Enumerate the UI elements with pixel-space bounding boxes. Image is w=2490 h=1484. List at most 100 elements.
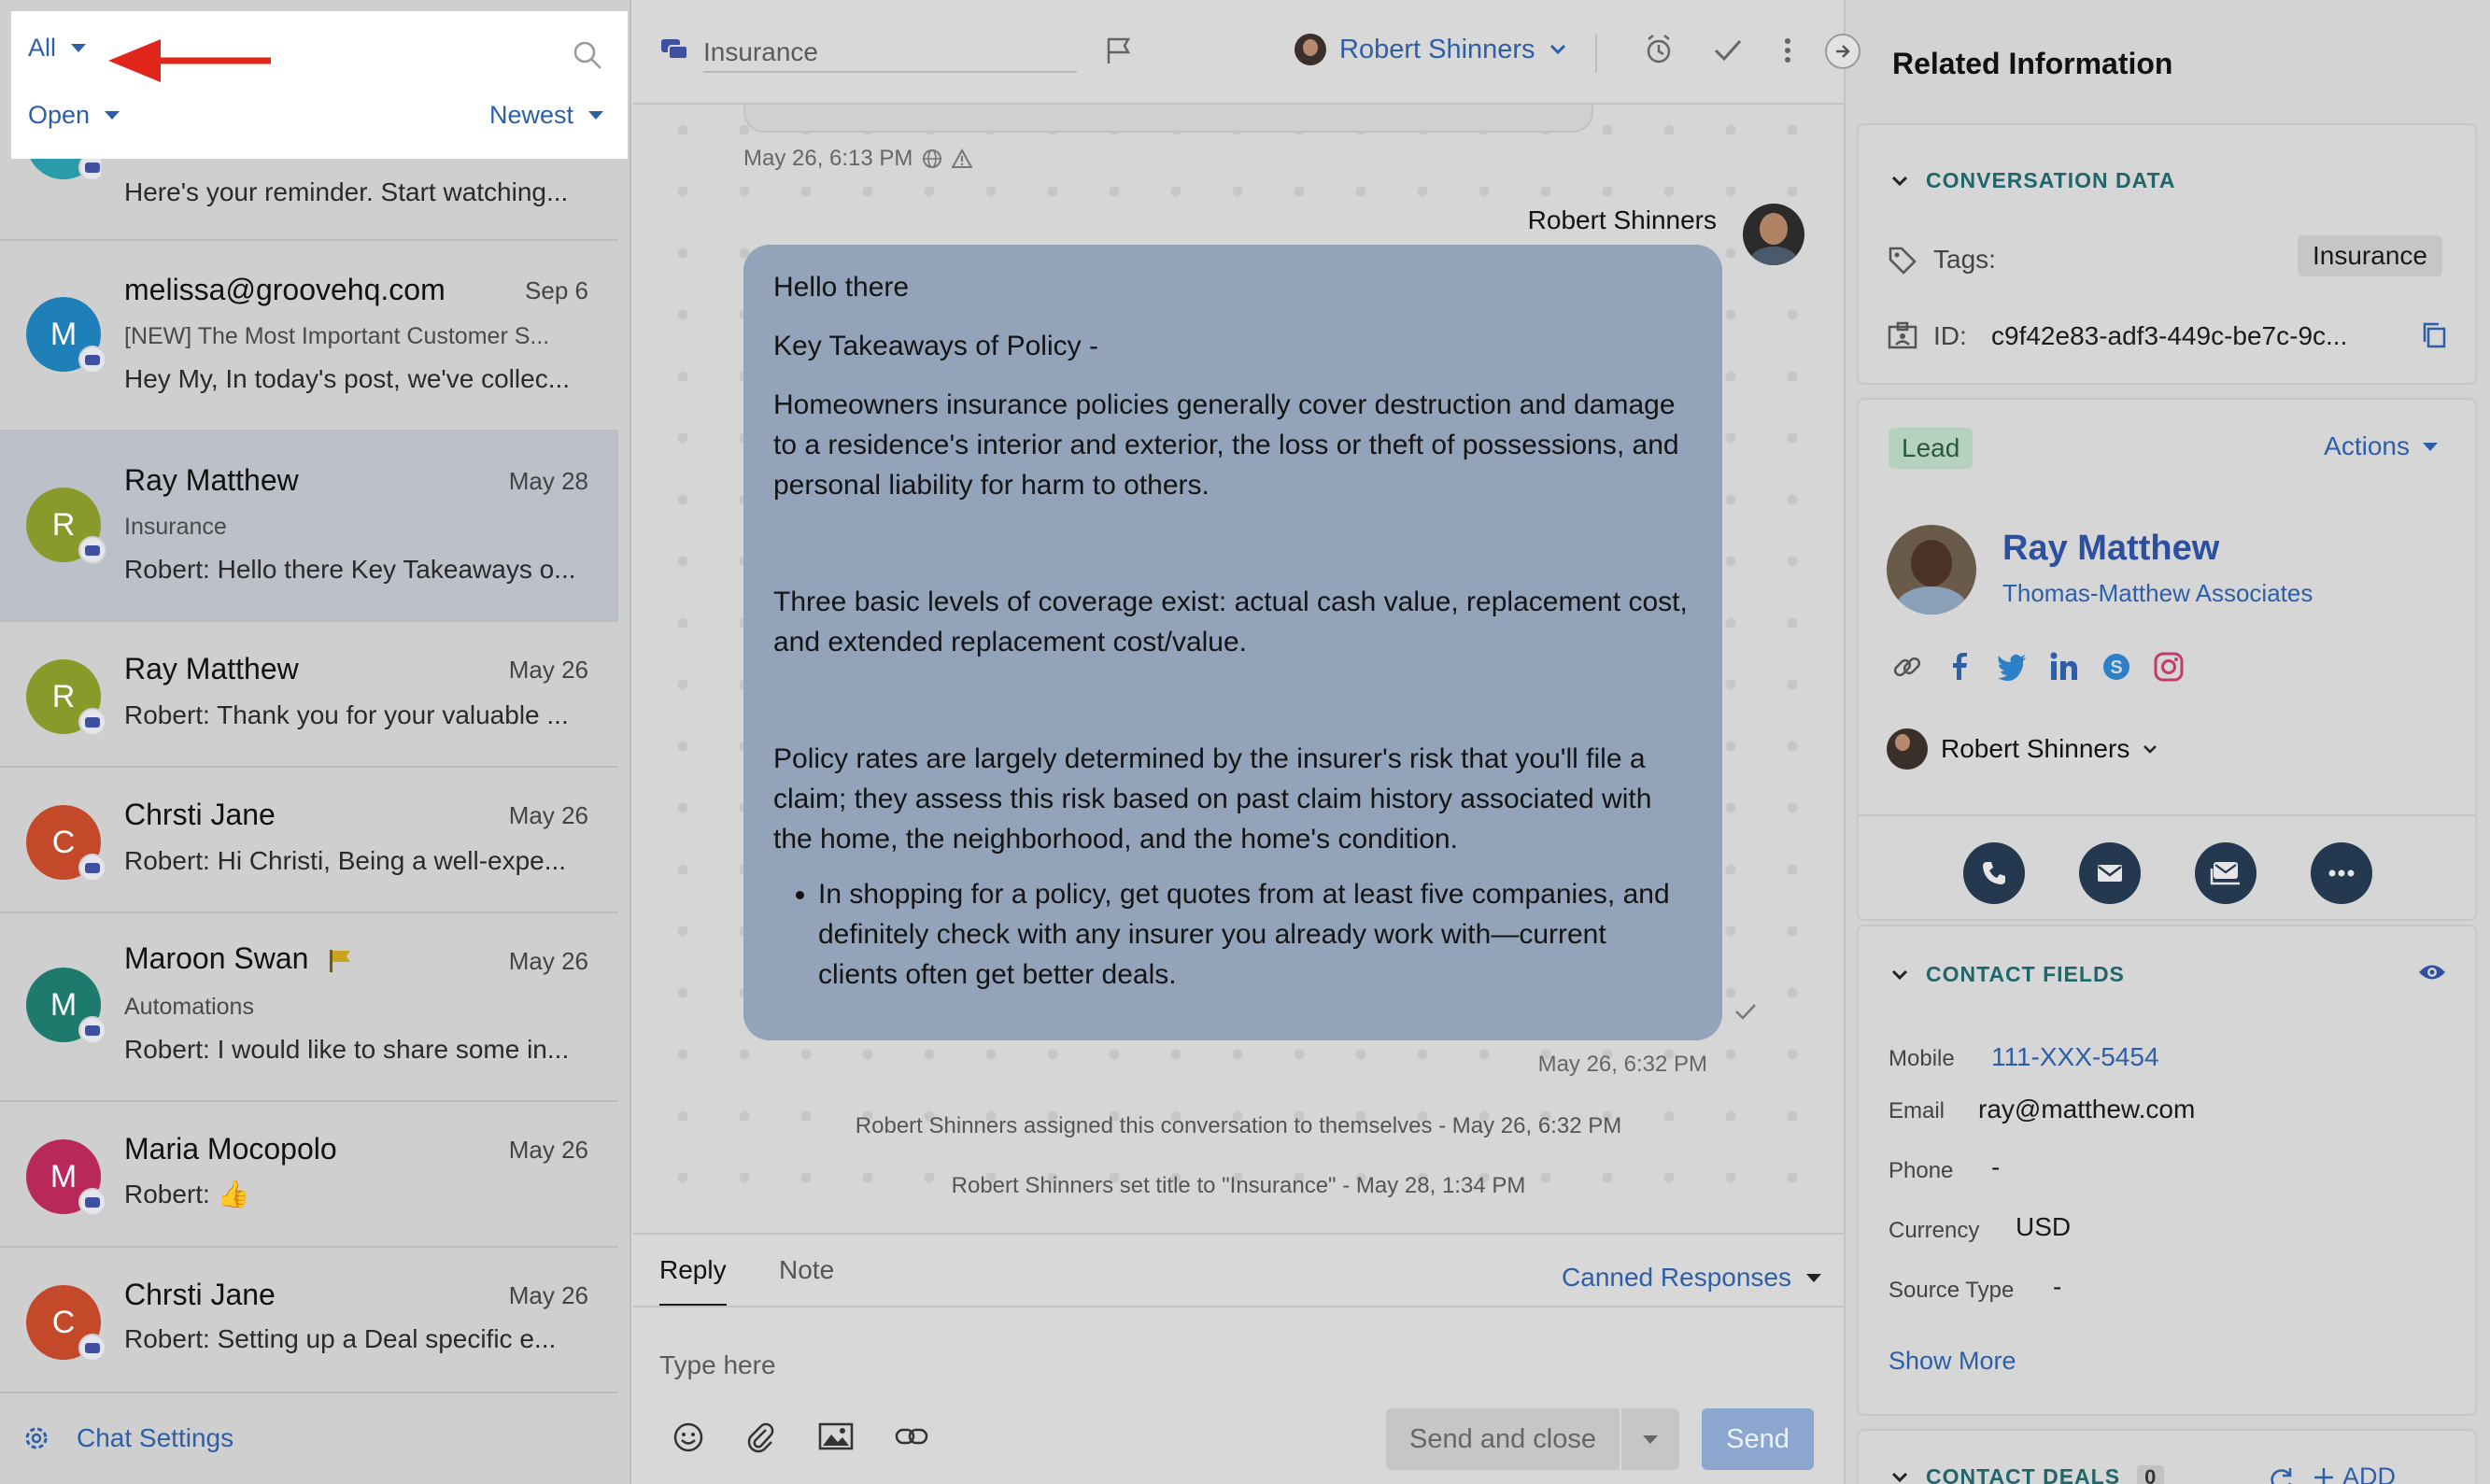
flag-icon[interactable] xyxy=(1104,35,1132,65)
conversation-name: Ray Matthew xyxy=(124,652,299,685)
chevron-down-icon xyxy=(1891,969,1908,980)
skype-icon[interactable]: S xyxy=(2100,650,2133,684)
chevron-down-icon xyxy=(1806,1273,1821,1282)
message-text: Policy rates are largely determined by t… xyxy=(773,743,1652,855)
field-value-phone[interactable]: - xyxy=(1991,1152,2000,1182)
svg-text:S: S xyxy=(2110,657,2122,678)
sort-dropdown[interactable]: Newest xyxy=(489,101,603,130)
avatar-initial: C xyxy=(51,824,76,860)
list-item[interactable]: M Maria Mocopolo May 26 Robert: 👍 xyxy=(0,1102,618,1248)
send-options-dropdown[interactable] xyxy=(1621,1408,1679,1470)
snooze-clock-icon[interactable] xyxy=(1644,34,1674,65)
chevron-down-icon xyxy=(1891,176,1908,186)
contact-company[interactable]: Thomas-Matthew Associates xyxy=(2002,579,2313,608)
contact-fields-toggle[interactable]: CONTACT FIELDS xyxy=(1890,962,2125,987)
email-button[interactable] xyxy=(2079,842,2141,904)
conversation-data-toggle[interactable]: CONVERSATION DATA xyxy=(1890,168,2175,193)
image-icon[interactable] xyxy=(818,1421,854,1451)
more-vertical-icon[interactable] xyxy=(1782,35,1793,65)
canned-responses-dropdown[interactable]: Canned Responses xyxy=(1562,1263,1821,1293)
tab-reply[interactable]: Reply xyxy=(659,1255,727,1307)
conversation-name: Chrsti Jane xyxy=(124,1278,276,1311)
contact-owner-dropdown[interactable]: Robert Shinners xyxy=(1887,728,2158,770)
divider xyxy=(1595,34,1597,73)
conversation-title-input[interactable] xyxy=(703,34,1077,73)
message-text: Hello there xyxy=(773,272,910,303)
refresh-icon[interactable] xyxy=(2268,1466,2294,1484)
attachment-icon[interactable] xyxy=(745,1421,775,1453)
facebook-icon[interactable] xyxy=(1943,650,1976,684)
reply-input[interactable] xyxy=(659,1328,1808,1403)
show-more-link[interactable]: Show More xyxy=(1889,1347,2016,1376)
list-item[interactable]: R Ray Matthew May 26 Robert: Thank you f… xyxy=(0,622,618,768)
assignee-dropdown[interactable]: Robert Shinners xyxy=(1295,34,1567,65)
mail-icon xyxy=(2098,865,2122,882)
conversation-toolbar: Robert Shinners xyxy=(633,0,1844,105)
copy-icon[interactable] xyxy=(2421,321,2447,349)
avatar: C xyxy=(26,805,106,882)
avatar xyxy=(1887,525,1976,615)
emoji-icon[interactable] xyxy=(672,1421,704,1453)
tab-note[interactable]: Note xyxy=(779,1255,834,1304)
avatar: C xyxy=(26,1285,106,1362)
contact-name[interactable]: Ray Matthew xyxy=(2002,529,2219,569)
message-bubble: Hello there Key Takeaways of Policy - Ho… xyxy=(743,245,1722,1040)
instagram-icon[interactable] xyxy=(2152,650,2186,684)
search-icon[interactable] xyxy=(572,39,603,71)
conversation-name: melissa@groovehq.com xyxy=(124,273,446,306)
call-button[interactable] xyxy=(1963,842,2025,904)
add-deal-label: ADD xyxy=(2342,1463,2397,1484)
system-event: Robert Shinners set title to "Insurance"… xyxy=(951,1173,1526,1198)
link-icon[interactable] xyxy=(895,1421,928,1451)
chevron-down-icon xyxy=(2423,442,2438,451)
status-filter-dropdown[interactable]: Open xyxy=(28,101,120,130)
tag-chip[interactable]: Insurance xyxy=(2298,235,2442,276)
list-item[interactable]: M melissa@groovehq.com Sep 6 [NEW] The M… xyxy=(0,241,618,431)
avatar-initial: R xyxy=(51,506,76,543)
field-label-phone: Phone xyxy=(1889,1158,1954,1183)
list-item[interactable]: C Chrsti Jane May 26 Robert: Hi Christi,… xyxy=(0,768,618,913)
list-item[interactable]: M Maroon Swan May 26 Automations Robert:… xyxy=(0,913,618,1102)
gear-icon xyxy=(25,1427,48,1449)
chevron-down-icon xyxy=(71,44,87,52)
avatar: R xyxy=(26,488,106,564)
related-info-panel: Related Information CONVERSATION DATA Ta… xyxy=(1844,0,2490,1484)
message-timestamp: May 26, 6:32 PM xyxy=(1537,1052,1707,1077)
resolve-check-icon[interactable] xyxy=(1713,37,1743,64)
list-item[interactable]: C Chrsti Jane May 26 Robert: Setting up … xyxy=(0,1248,618,1393)
contact-deals-toggle[interactable]: CONTACT DEALS 0 xyxy=(1890,1464,2165,1484)
status-badge: Lead xyxy=(1889,428,1974,469)
chevron-down-icon xyxy=(588,111,603,120)
add-deal-button[interactable]: ADD xyxy=(2313,1463,2396,1484)
conversation-name: Chrsti Jane xyxy=(124,798,276,831)
plus-icon xyxy=(2314,1467,2333,1484)
more-options-button[interactable] xyxy=(2311,842,2372,904)
avatar-initial: M xyxy=(50,316,78,352)
message-button[interactable] xyxy=(2195,842,2257,904)
field-value-source-type[interactable]: - xyxy=(2053,1272,2061,1302)
contact-fields-card: CONTACT FIELDS Mobile 111-XXX-5454 Email… xyxy=(1857,925,2477,1416)
link-icon[interactable] xyxy=(1890,650,1924,684)
field-value-currency[interactable]: USD xyxy=(2016,1212,2071,1242)
twitter-icon[interactable] xyxy=(1995,650,2029,684)
scope-filter-dropdown[interactable]: All xyxy=(28,34,87,63)
linkedin-icon[interactable] xyxy=(2047,650,2081,684)
eye-icon[interactable] xyxy=(2417,962,2447,982)
conversation-id-value: c9f42e83-adf3-449c-be7c-9c... xyxy=(1991,321,2348,350)
send-button[interactable]: Send xyxy=(1702,1408,1814,1470)
conversation-preview: Robert: I would like to share some in... xyxy=(124,1035,570,1064)
actions-dropdown[interactable]: Actions xyxy=(2324,431,2438,461)
chat-settings-link[interactable]: Chat Settings xyxy=(22,1423,233,1453)
avatar: M xyxy=(26,297,106,374)
system-event: Robert Shinners assigned this conversati… xyxy=(855,1113,1622,1138)
avatar-initial: M xyxy=(50,1158,78,1194)
conversation-preview: Hey My, In today's post, we've collec... xyxy=(124,364,571,393)
field-value-mobile[interactable]: 111-XXX-5454 xyxy=(1991,1042,2159,1072)
collapse-panel-button[interactable] xyxy=(1825,34,1860,69)
chevron-down-icon xyxy=(1891,1472,1908,1482)
send-and-close-button[interactable]: Send and close xyxy=(1386,1408,1620,1470)
list-item-active[interactable]: R Ray Matthew May 28 Insurance Robert: H… xyxy=(0,431,618,622)
reply-composer: Reply Note Canned Responses Send and clo… xyxy=(633,1233,1844,1484)
conversation-preview: Here's your reminder. Start watching... xyxy=(124,177,569,206)
field-value-email[interactable]: ray@matthew.com xyxy=(1978,1095,2195,1124)
